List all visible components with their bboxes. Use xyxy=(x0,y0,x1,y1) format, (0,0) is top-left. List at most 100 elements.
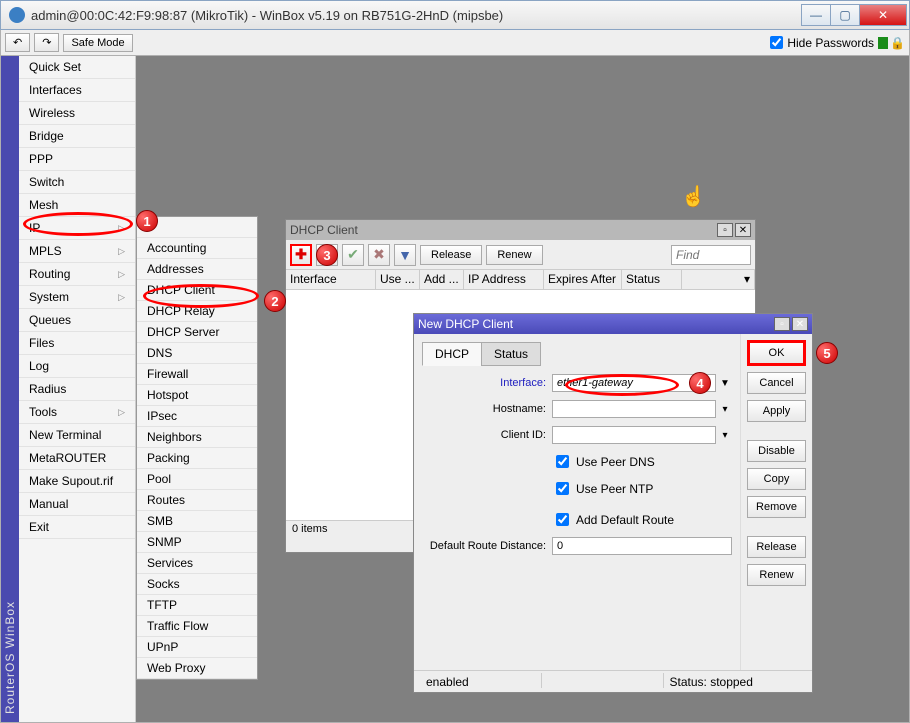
renew-button[interactable]: Renew xyxy=(486,245,542,265)
menu-item-radius[interactable]: Radius xyxy=(19,378,135,401)
menu-item-interfaces[interactable]: Interfaces xyxy=(19,79,135,102)
disable-button[interactable]: Disable xyxy=(747,440,806,462)
submenu-item-ipsec[interactable]: IPsec xyxy=(137,406,257,427)
submenu-item-web-proxy[interactable]: Web Proxy xyxy=(137,658,257,679)
main-menu: Quick SetInterfacesWirelessBridgePPPSwit… xyxy=(19,56,136,722)
maximize-button[interactable]: ▢ xyxy=(830,4,860,26)
hostname-expand-icon[interactable]: ▾ xyxy=(718,404,732,415)
lock-icon: 🔒 xyxy=(890,36,905,50)
submenu-item-packing[interactable]: Packing xyxy=(137,448,257,469)
column-add-[interactable]: Add ... xyxy=(420,270,464,289)
menu-item-ip[interactable]: IP▷ xyxy=(19,217,135,240)
submenu-item-p[interactable]: P xyxy=(137,217,257,238)
new-dhcp-client-dialog: New DHCP Client ▫ ✕ DHCP Status Interfac… xyxy=(413,313,813,693)
use-peer-ntp-label: Use Peer NTP xyxy=(576,482,653,496)
column-use-[interactable]: Use ... xyxy=(376,270,420,289)
menu-item-make-supout-rif[interactable]: Make Supout.rif xyxy=(19,470,135,493)
column-expires-after[interactable]: Expires After xyxy=(544,270,622,289)
use-peer-ntp-checkbox[interactable] xyxy=(556,482,569,495)
submenu-item-accounting[interactable]: Accounting xyxy=(137,238,257,259)
app-icon xyxy=(9,7,25,23)
add-button[interactable]: ✚ xyxy=(290,244,312,266)
menu-item-routing[interactable]: Routing▷ xyxy=(19,263,135,286)
release-button-dlg[interactable]: Release xyxy=(747,536,806,558)
copy-button[interactable]: Copy xyxy=(747,468,806,490)
filter-button[interactable]: ▼ xyxy=(394,244,416,266)
remove-button-icon[interactable]: — xyxy=(316,244,338,266)
menu-item-new-terminal[interactable]: New Terminal xyxy=(19,424,135,447)
cancel-button[interactable]: Cancel xyxy=(747,372,806,394)
interface-field[interactable]: ether1-gateway xyxy=(552,374,716,392)
menu-item-manual[interactable]: Manual xyxy=(19,493,135,516)
column-interface[interactable]: Interface xyxy=(286,270,376,289)
ok-button[interactable]: OK xyxy=(747,340,806,366)
remove-button[interactable]: Remove xyxy=(747,496,806,518)
submenu-item-routes[interactable]: Routes xyxy=(137,490,257,511)
menu-item-quick-set[interactable]: Quick Set xyxy=(19,56,135,79)
safe-mode-button[interactable]: Safe Mode xyxy=(63,34,132,52)
tab-dhcp[interactable]: DHCP xyxy=(422,342,482,366)
menu-item-exit[interactable]: Exit xyxy=(19,516,135,539)
menu-item-mpls[interactable]: MPLS▷ xyxy=(19,240,135,263)
submenu-item-hotspot[interactable]: Hotspot xyxy=(137,385,257,406)
menu-item-tools[interactable]: Tools▷ xyxy=(19,401,135,424)
apply-button[interactable]: Apply xyxy=(747,400,806,422)
menu-item-metarouter[interactable]: MetaROUTER xyxy=(19,447,135,470)
hostname-field[interactable] xyxy=(552,400,716,418)
menu-item-ppp[interactable]: PPP xyxy=(19,148,135,171)
sb-state: enabled xyxy=(420,673,542,688)
top-toolbar: ↶ ↷ Safe Mode Hide Passwords 🔒 xyxy=(0,30,910,56)
find-input[interactable] xyxy=(671,245,751,265)
submenu-item-traffic-flow[interactable]: Traffic Flow xyxy=(137,616,257,637)
submenu-item-dhcp-server[interactable]: DHCP Server xyxy=(137,322,257,343)
dhcp-restore-button[interactable]: ▫ xyxy=(717,223,733,237)
submenu-item-firewall[interactable]: Firewall xyxy=(137,364,257,385)
submenu-item-addresses[interactable]: Addresses xyxy=(137,259,257,280)
menu-item-queues[interactable]: Queues xyxy=(19,309,135,332)
column-ip-address[interactable]: IP Address xyxy=(464,270,544,289)
submenu-item-smb[interactable]: SMB xyxy=(137,511,257,532)
submenu-item-dns[interactable]: DNS xyxy=(137,343,257,364)
submenu-item-socks[interactable]: Socks xyxy=(137,574,257,595)
menu-item-files[interactable]: Files xyxy=(19,332,135,355)
interface-dropdown-icon[interactable]: ▼ xyxy=(718,378,732,389)
submenu-item-neighbors[interactable]: Neighbors xyxy=(137,427,257,448)
renew-button-dlg[interactable]: Renew xyxy=(747,564,806,586)
column-status[interactable]: Status xyxy=(622,270,682,289)
new-dhcp-restore-button[interactable]: ▫ xyxy=(774,317,790,331)
clientid-field[interactable] xyxy=(552,426,716,444)
undo-button[interactable]: ↶ xyxy=(5,33,30,52)
submenu-item-upnp[interactable]: UPnP xyxy=(137,637,257,658)
submenu-item-dhcp-relay[interactable]: DHCP Relay xyxy=(137,301,257,322)
menu-item-system[interactable]: System▷ xyxy=(19,286,135,309)
clientid-expand-icon[interactable]: ▾ xyxy=(718,430,732,441)
minimize-button[interactable]: — xyxy=(801,4,831,26)
menu-item-mesh[interactable]: Mesh xyxy=(19,194,135,217)
new-dhcp-titlebar[interactable]: New DHCP Client ▫ ✕ xyxy=(414,314,812,334)
use-peer-dns-checkbox[interactable] xyxy=(556,455,569,468)
redo-button[interactable]: ↷ xyxy=(34,33,59,52)
submenu-item-tftp[interactable]: TFTP xyxy=(137,595,257,616)
tab-status[interactable]: Status xyxy=(481,342,541,366)
add-default-route-checkbox[interactable] xyxy=(556,513,569,526)
release-button[interactable]: Release xyxy=(420,245,482,265)
hide-passwords-checkbox[interactable] xyxy=(770,36,783,49)
dhcp-close-button[interactable]: ✕ xyxy=(735,223,751,237)
submenu-item-services[interactable]: Services xyxy=(137,553,257,574)
menu-item-bridge[interactable]: Bridge xyxy=(19,125,135,148)
clientid-label: Client ID: xyxy=(422,429,552,441)
menu-item-wireless[interactable]: Wireless xyxy=(19,102,135,125)
submenu-item-snmp[interactable]: SNMP xyxy=(137,532,257,553)
enable-button-icon[interactable]: ✔ xyxy=(342,244,364,266)
new-dhcp-close-button[interactable]: ✕ xyxy=(792,317,808,331)
default-route-distance-field[interactable] xyxy=(552,537,732,555)
menu-item-switch[interactable]: Switch xyxy=(19,171,135,194)
close-button[interactable]: ✕ xyxy=(859,4,907,26)
submenu-item-pool[interactable]: Pool xyxy=(137,469,257,490)
disable-button-icon[interactable]: ✖ xyxy=(368,244,390,266)
submenu-item-dhcp-client[interactable]: DHCP Client xyxy=(137,280,257,301)
window-title: admin@00:0C:42:F9:98:87 (MikroTik) - Win… xyxy=(31,8,802,23)
dhcp-window-titlebar[interactable]: DHCP Client ▫ ✕ xyxy=(286,220,755,240)
menu-item-log[interactable]: Log xyxy=(19,355,135,378)
column-menu-icon[interactable]: ▾ xyxy=(682,270,755,289)
